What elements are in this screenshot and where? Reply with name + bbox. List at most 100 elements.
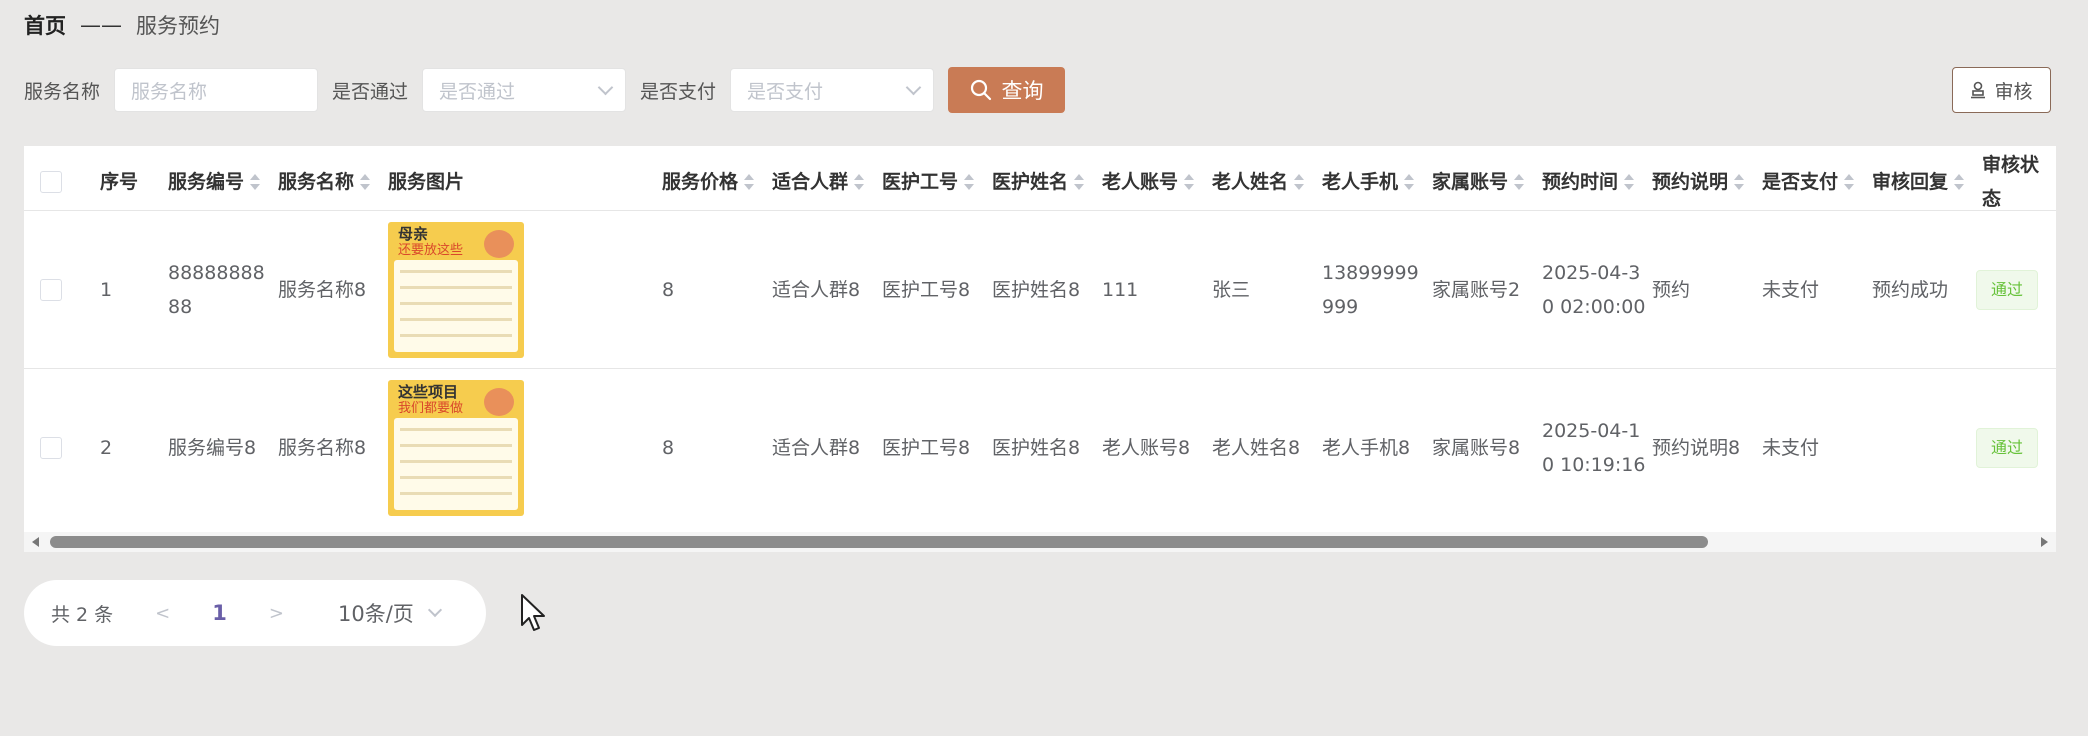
approved-label: 是否通过 xyxy=(332,80,409,103)
sort-icon[interactable] xyxy=(854,174,865,190)
breadcrumb: 首页 —— 服务预约 xyxy=(24,10,220,40)
query-button[interactable]: 查询 xyxy=(948,67,1066,113)
header-service-name[interactable]: 服务名称 xyxy=(278,146,371,218)
cell-crowd: 适合人群8 xyxy=(772,279,861,301)
appointments-table: 序号 服务编号 服务名称 服务图片 服务价格 适合人群 医护工号 医护姓名 老人… xyxy=(24,146,2056,532)
cell-time: 2025-04-30 02:00:00 xyxy=(1542,262,1646,318)
row-checkbox[interactable] xyxy=(40,437,62,459)
sort-icon[interactable] xyxy=(1074,174,1085,190)
sort-icon[interactable] xyxy=(1624,174,1635,190)
audit-button-label: 审核 xyxy=(1994,80,2033,103)
sort-icon[interactable] xyxy=(1514,174,1525,190)
breadcrumb-current: 服务预约 xyxy=(136,14,220,38)
select-all-cell xyxy=(40,146,62,218)
cell-service-no: 服务编号8 xyxy=(168,437,257,459)
header-label: 医护工号 xyxy=(882,171,959,193)
cell-elder-phone: 老人手机8 xyxy=(1322,437,1411,459)
cell-staff-name: 医护姓名8 xyxy=(992,279,1081,301)
select-all-checkbox[interactable] xyxy=(40,171,62,193)
sort-icon[interactable] xyxy=(1954,174,1965,190)
header-index: 序号 xyxy=(100,146,138,218)
header-elder-account[interactable]: 老人账号 xyxy=(1102,146,1195,218)
prev-page-button[interactable]: < xyxy=(155,603,170,624)
cell-staff-name: 医护姓名8 xyxy=(992,437,1081,459)
row-checkbox-cell xyxy=(40,211,62,369)
scroll-left-arrow-icon[interactable] xyxy=(32,537,39,547)
table-row[interactable]: 1 8888888888 服务名称8 母亲 还要放这些 8 适合人群8 医护工号… xyxy=(24,210,2056,369)
breadcrumb-separator: —— xyxy=(80,13,122,37)
service-image-title: 这些项目 xyxy=(398,383,459,401)
filter-bar: 服务名称 服务名称 是否通过 是否通过 是否支付 是否支付 查询 xyxy=(24,67,1066,113)
cell-index: 1 xyxy=(100,279,113,301)
scroll-right-arrow-icon[interactable] xyxy=(2041,537,2048,547)
page-size-value: 10条/页 xyxy=(337,602,414,626)
paid-select-placeholder: 是否支付 xyxy=(747,80,824,103)
header-index-label: 序号 xyxy=(100,171,139,193)
paid-select[interactable]: 是否支付 xyxy=(730,68,935,112)
cell-staff-no: 医护工号8 xyxy=(882,279,971,301)
cell-family-account: 家属账号8 xyxy=(1432,437,1521,459)
next-page-button[interactable]: > xyxy=(269,603,284,624)
sort-icon[interactable] xyxy=(360,174,371,190)
sort-icon[interactable] xyxy=(1844,174,1855,190)
service-image[interactable]: 母亲 还要放这些 xyxy=(388,222,524,358)
header-time[interactable]: 预约时间 xyxy=(1542,146,1635,218)
page-size-select[interactable]: 10条/页 xyxy=(337,598,442,628)
sort-icon[interactable] xyxy=(250,174,261,190)
sort-icon[interactable] xyxy=(1294,174,1305,190)
header-label: 预约时间 xyxy=(1542,171,1619,193)
header-note[interactable]: 预约说明 xyxy=(1652,146,1745,218)
header-reply[interactable]: 审核回复 xyxy=(1872,146,1965,218)
header-label: 预约说明 xyxy=(1652,171,1729,193)
cell-index: 2 xyxy=(100,437,113,459)
cell-paid: 未支付 xyxy=(1762,279,1820,301)
chevron-down-icon xyxy=(597,79,614,96)
header-label: 老人账号 xyxy=(1102,171,1179,193)
cell-time: 2025-04-10 10:19:16 xyxy=(1542,420,1646,476)
header-family-account[interactable]: 家属账号 xyxy=(1432,146,1525,218)
header-service-no[interactable]: 服务编号 xyxy=(168,146,261,218)
scrollbar-thumb[interactable] xyxy=(50,536,1708,548)
row-checkbox-cell xyxy=(40,369,62,527)
cell-status: 通过 xyxy=(1976,211,2039,369)
sort-icon[interactable] xyxy=(1184,174,1195,190)
table-header: 序号 服务编号 服务名称 服务图片 服务价格 适合人群 医护工号 医护姓名 老人… xyxy=(24,146,2056,218)
approved-select[interactable]: 是否通过 xyxy=(422,68,627,112)
header-staff-name[interactable]: 医护姓名 xyxy=(992,146,1085,218)
service-image-card xyxy=(394,260,518,352)
header-label: 是否支付 xyxy=(1762,171,1839,193)
sort-icon[interactable] xyxy=(964,174,975,190)
row-checkbox[interactable] xyxy=(40,279,62,301)
sort-icon[interactable] xyxy=(1404,174,1415,190)
header-elder-name[interactable]: 老人姓名 xyxy=(1212,146,1305,218)
header-label: 老人姓名 xyxy=(1212,171,1289,193)
cell-service-image: 母亲 还要放这些 xyxy=(388,211,524,369)
cell-service-image: 这些项目 我们都要做 xyxy=(388,369,524,527)
cell-service-name: 服务名称8 xyxy=(278,437,367,459)
cell-paid: 未支付 xyxy=(1762,437,1820,459)
page-1-button[interactable]: 1 xyxy=(212,601,227,625)
table-row[interactable]: 2 服务编号8 服务名称8 这些项目 我们都要做 8 适合人群8 医护工号8 医… xyxy=(24,368,2056,527)
breadcrumb-home[interactable]: 首页 xyxy=(24,10,66,40)
mouse-cursor-icon xyxy=(521,594,545,631)
service-image-subtitle: 还要放这些 xyxy=(398,243,464,258)
service-name-input[interactable]: 服务名称 xyxy=(114,68,319,112)
header-paid[interactable]: 是否支付 xyxy=(1762,146,1855,218)
query-button-label: 查询 xyxy=(1001,80,1044,103)
cell-note: 预约说明8 xyxy=(1652,437,1741,459)
cell-crowd: 适合人群8 xyxy=(772,437,861,459)
header-label: 老人手机 xyxy=(1322,171,1399,193)
header-label: 医护姓名 xyxy=(992,171,1069,193)
service-image[interactable]: 这些项目 我们都要做 xyxy=(388,380,524,516)
header-elder-phone[interactable]: 老人手机 xyxy=(1322,146,1415,218)
table-horizontal-scrollbar[interactable] xyxy=(24,532,2056,552)
sort-icon[interactable] xyxy=(1734,174,1745,190)
header-staff-no[interactable]: 医护工号 xyxy=(882,146,975,218)
cell-elder-name: 张三 xyxy=(1212,279,1251,301)
header-price[interactable]: 服务价格 xyxy=(662,146,755,218)
header-service-image: 服务图片 xyxy=(388,146,464,218)
sort-icon[interactable] xyxy=(744,174,755,190)
header-crowd[interactable]: 适合人群 xyxy=(772,146,865,218)
header-status: 审核状态 xyxy=(1982,146,2056,218)
audit-button[interactable]: 审核 xyxy=(1952,67,2051,113)
